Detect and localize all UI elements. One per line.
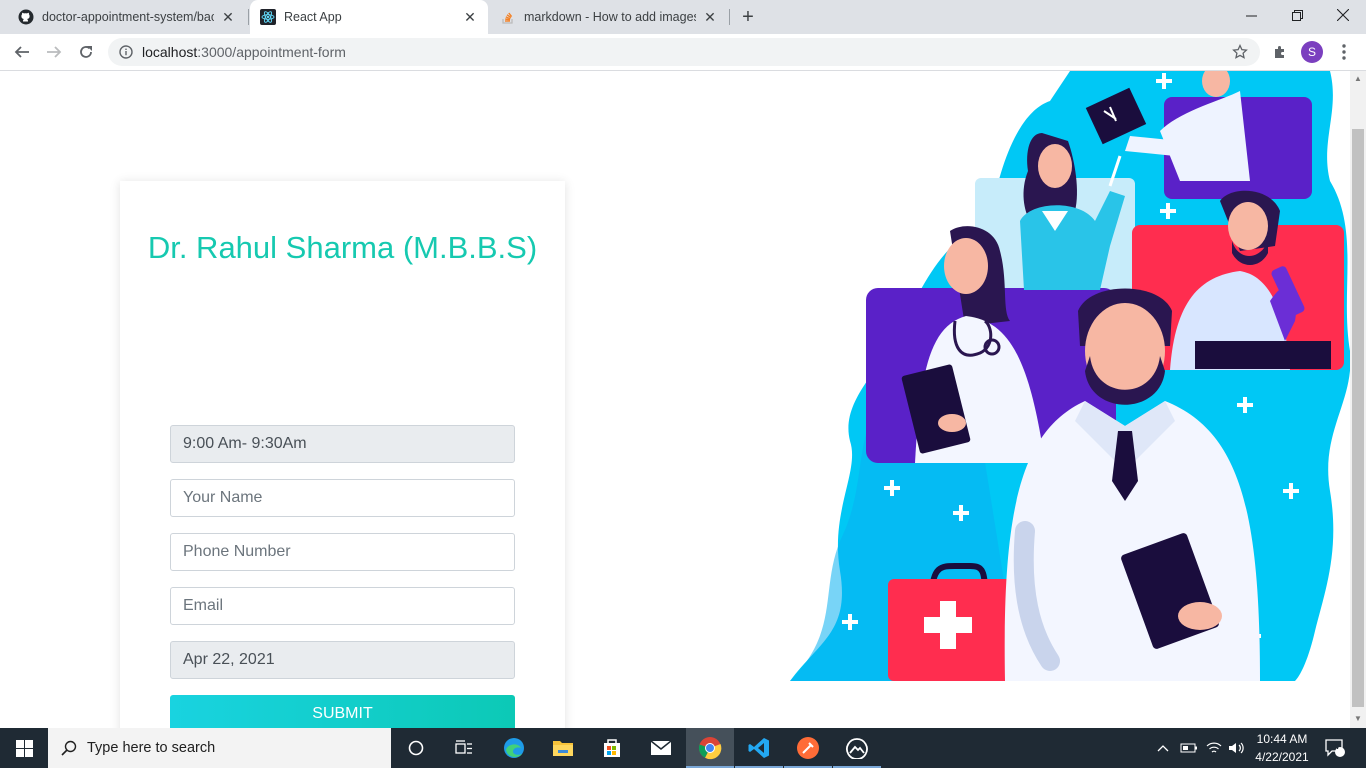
tab-separator: [729, 9, 730, 25]
action-center-button[interactable]: 4: [1320, 728, 1350, 768]
task-view-button[interactable]: [440, 728, 488, 768]
windows-taskbar: Type here to search 10:44 AM 4/22/2021 4: [0, 728, 1366, 768]
photos-app[interactable]: [833, 728, 881, 768]
volume-indicator[interactable]: [1226, 728, 1248, 768]
battery-indicator[interactable]: [1178, 728, 1200, 768]
minimize-button[interactable]: [1228, 0, 1274, 30]
tab-separator: [248, 9, 249, 25]
page-viewport: Dr. Rahul Sharma (M.B.B.S) 9:00 Am- 9:30…: [0, 71, 1350, 728]
scroll-down-icon[interactable]: ▼: [1353, 714, 1363, 724]
tab-title: React App: [284, 10, 342, 24]
stackoverflow-icon: [500, 9, 516, 25]
taskbar-search[interactable]: Type here to search: [48, 728, 391, 768]
github-icon: [18, 9, 34, 25]
browser-toolbar: localhost:3000/appointment-form: [0, 34, 1366, 71]
clock-time: 10:44 AM: [1256, 732, 1308, 746]
tab-react-app[interactable]: React App ✕: [250, 0, 488, 34]
profile-avatar[interactable]: S: [1301, 41, 1323, 63]
reload-icon: [80, 46, 92, 58]
postman-icon: [797, 737, 819, 759]
file-explorer-app[interactable]: [539, 728, 587, 768]
chevron-up-icon: [1157, 745, 1169, 752]
address-bar[interactable]: localhost:3000/appointment-form: [108, 38, 1260, 66]
doctors-illustration: [790, 71, 1350, 681]
arrow-left-icon: [14, 46, 29, 58]
edge-icon: [504, 738, 524, 758]
wifi-icon: [1206, 742, 1222, 753]
close-window-button[interactable]: [1320, 0, 1366, 30]
cortana-icon: [408, 740, 424, 756]
doctor-name-heading: Dr. Rahul Sharma (M.B.B.S): [147, 230, 538, 265]
windows-logo-icon: [15, 739, 33, 757]
close-icon[interactable]: ✕: [220, 9, 236, 25]
phone-input[interactable]: Phone Number: [170, 533, 515, 571]
battery-icon: [1180, 743, 1197, 753]
restore-button[interactable]: [1274, 0, 1320, 30]
task-view-icon: [455, 740, 472, 754]
date-field[interactable]: Apr 22, 2021: [170, 641, 515, 679]
browser-tab-strip: doctor-appointment-system/bac ✕ React Ap…: [0, 0, 1366, 34]
menu-kebab-icon[interactable]: [1338, 43, 1350, 61]
mail-app[interactable]: [637, 728, 685, 768]
submit-button[interactable]: SUBMIT: [170, 695, 515, 728]
search-placeholder: Type here to search: [87, 740, 216, 756]
search-icon: [61, 740, 77, 756]
name-input[interactable]: Your Name: [170, 479, 515, 517]
appointment-form-card: Dr. Rahul Sharma (M.B.B.S) 9:00 Am- 9:30…: [120, 181, 565, 728]
chrome-icon: [698, 737, 722, 760]
time-slot-field[interactable]: 9:00 Am- 9:30Am: [170, 425, 515, 463]
new-tab-button[interactable]: +: [736, 6, 760, 28]
start-button[interactable]: [0, 728, 48, 768]
clock-date: 4/22/2021: [1255, 750, 1309, 764]
forward-button[interactable]: [40, 38, 68, 66]
info-icon: [119, 45, 133, 59]
mail-icon: [650, 740, 672, 755]
react-icon: [260, 9, 276, 25]
network-indicator[interactable]: [1204, 728, 1224, 768]
back-button[interactable]: [8, 38, 36, 66]
extensions-icon[interactable]: [1272, 44, 1288, 60]
speaker-icon: [1229, 742, 1244, 754]
tab-github[interactable]: doctor-appointment-system/bac ✕: [8, 0, 246, 34]
microsoft-store-app[interactable]: [588, 728, 636, 768]
arrow-right-icon: [47, 46, 62, 58]
chrome-app[interactable]: [686, 728, 734, 768]
scrollbar-thumb[interactable]: [1352, 129, 1364, 707]
store-icon: [604, 739, 620, 757]
show-hidden-icons[interactable]: [1154, 728, 1172, 768]
folder-icon: [553, 741, 573, 756]
tab-title: markdown - How to add images: [524, 10, 696, 24]
tab-stackoverflow[interactable]: markdown - How to add images ✕: [490, 0, 728, 34]
close-icon[interactable]: ✕: [702, 9, 718, 25]
reload-button[interactable]: [72, 38, 100, 66]
cortana-button[interactable]: [392, 728, 440, 768]
url-text: localhost:3000/appointment-form: [142, 44, 346, 60]
tab-title: doctor-appointment-system/bac: [42, 10, 214, 24]
email-input[interactable]: Email: [170, 587, 515, 625]
star-icon[interactable]: [1232, 44, 1248, 60]
close-icon[interactable]: ✕: [462, 9, 478, 25]
scroll-up-icon[interactable]: ▲: [1353, 74, 1363, 84]
vscode-app[interactable]: [735, 728, 783, 768]
vscode-icon: [748, 738, 769, 758]
photos-icon: [846, 738, 868, 759]
vertical-scrollbar[interactable]: ▲ ▼: [1350, 71, 1366, 728]
postman-app[interactable]: [784, 728, 832, 768]
notification-count: 4: [1334, 741, 1340, 751]
edge-app[interactable]: [490, 728, 538, 768]
taskbar-clock[interactable]: 10:44 AM 4/22/2021: [1250, 730, 1314, 766]
